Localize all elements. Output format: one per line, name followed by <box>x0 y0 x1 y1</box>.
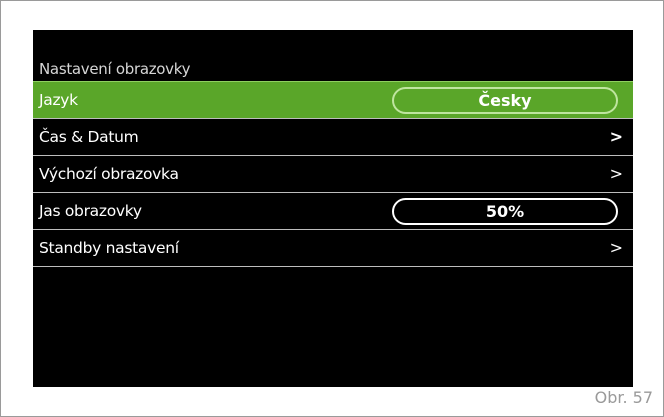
chevron-right-icon: > <box>609 127 623 146</box>
chevron-right-icon: > <box>609 238 623 257</box>
page-title: Nastavení obrazovky <box>39 60 191 78</box>
menu-item-label: Jazyk <box>39 91 78 109</box>
menu-item-label: Čas & Datum <box>39 128 139 146</box>
menu-item-label: Jas obrazovky <box>39 202 142 220</box>
menu-item-default-screen[interactable]: Výchozí obrazovka > <box>33 156 633 193</box>
menu-item-language[interactable]: Jazyk Česky <box>33 81 633 119</box>
language-value-selector[interactable]: Česky <box>392 87 618 114</box>
device-screen: Nastavení obrazovky Jazyk Česky Čas & Da… <box>33 30 633 387</box>
menu-item-label: Výchozí obrazovka <box>39 165 179 183</box>
menu-item-label: Standby nastavení <box>39 239 179 257</box>
brightness-value-selector[interactable]: 50% <box>392 198 618 225</box>
figure-caption: Obr. 57 <box>594 388 653 407</box>
menu-item-time-date[interactable]: Čas & Datum > <box>33 119 633 156</box>
settings-menu: Jazyk Česky Čas & Datum > Výchozí obrazo… <box>33 81 633 267</box>
figure-frame: Nastavení obrazovky Jazyk Česky Čas & Da… <box>0 0 664 417</box>
chevron-right-icon: > <box>609 164 623 183</box>
menu-item-brightness[interactable]: Jas obrazovky 50% <box>33 193 633 230</box>
menu-item-standby-settings[interactable]: Standby nastavení > <box>33 230 633 267</box>
